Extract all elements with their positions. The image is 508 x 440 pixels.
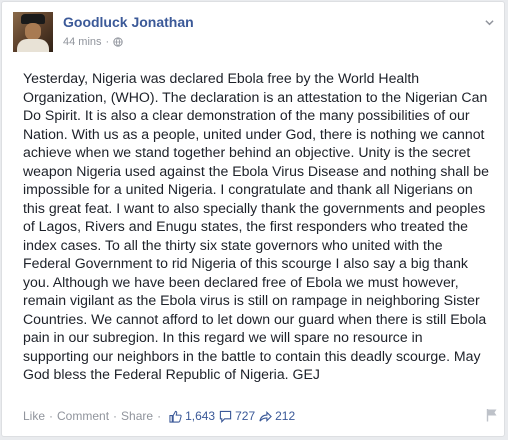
footer-separator: ·: [113, 409, 118, 423]
post-body: Yesterday, Nigeria was declared Ebola fr…: [23, 70, 489, 382]
avatar-shirt: [17, 39, 49, 52]
shares-stat[interactable]: 212: [259, 409, 295, 423]
thumbs-up-icon: [169, 410, 182, 423]
flag-icon[interactable]: [486, 408, 498, 422]
comments-count: 727: [235, 409, 256, 423]
chevron-down-icon[interactable]: [485, 18, 494, 27]
share-arrow-icon: [259, 410, 272, 422]
footer-separator: ·: [157, 409, 162, 423]
post-author[interactable]: Goodluck Jonathan: [63, 14, 194, 30]
likes-count: 1,643: [185, 409, 216, 423]
avatar[interactable]: [13, 12, 53, 52]
meta-separator: ·: [105, 36, 110, 48]
likes-stat[interactable]: 1,643: [169, 409, 215, 423]
post-card: Goodluck Jonathan 44 mins · Yesterday, N…: [1, 1, 505, 437]
globe-icon[interactable]: [113, 37, 123, 47]
share-link[interactable]: Share: [121, 409, 153, 423]
shares-count: 212: [275, 409, 296, 423]
like-link[interactable]: Like: [23, 409, 45, 423]
footer-separator: ·: [49, 409, 54, 423]
post-footer: Like · Comment · Share · 1,643 727 212: [23, 409, 494, 423]
avatar-face: [25, 23, 41, 40]
post-meta: 44 mins ·: [63, 36, 123, 48]
post-timestamp[interactable]: 44 mins: [63, 36, 102, 48]
comment-icon: [219, 410, 232, 423]
comments-stat[interactable]: 727: [219, 409, 255, 423]
comment-link[interactable]: Comment: [57, 409, 109, 423]
